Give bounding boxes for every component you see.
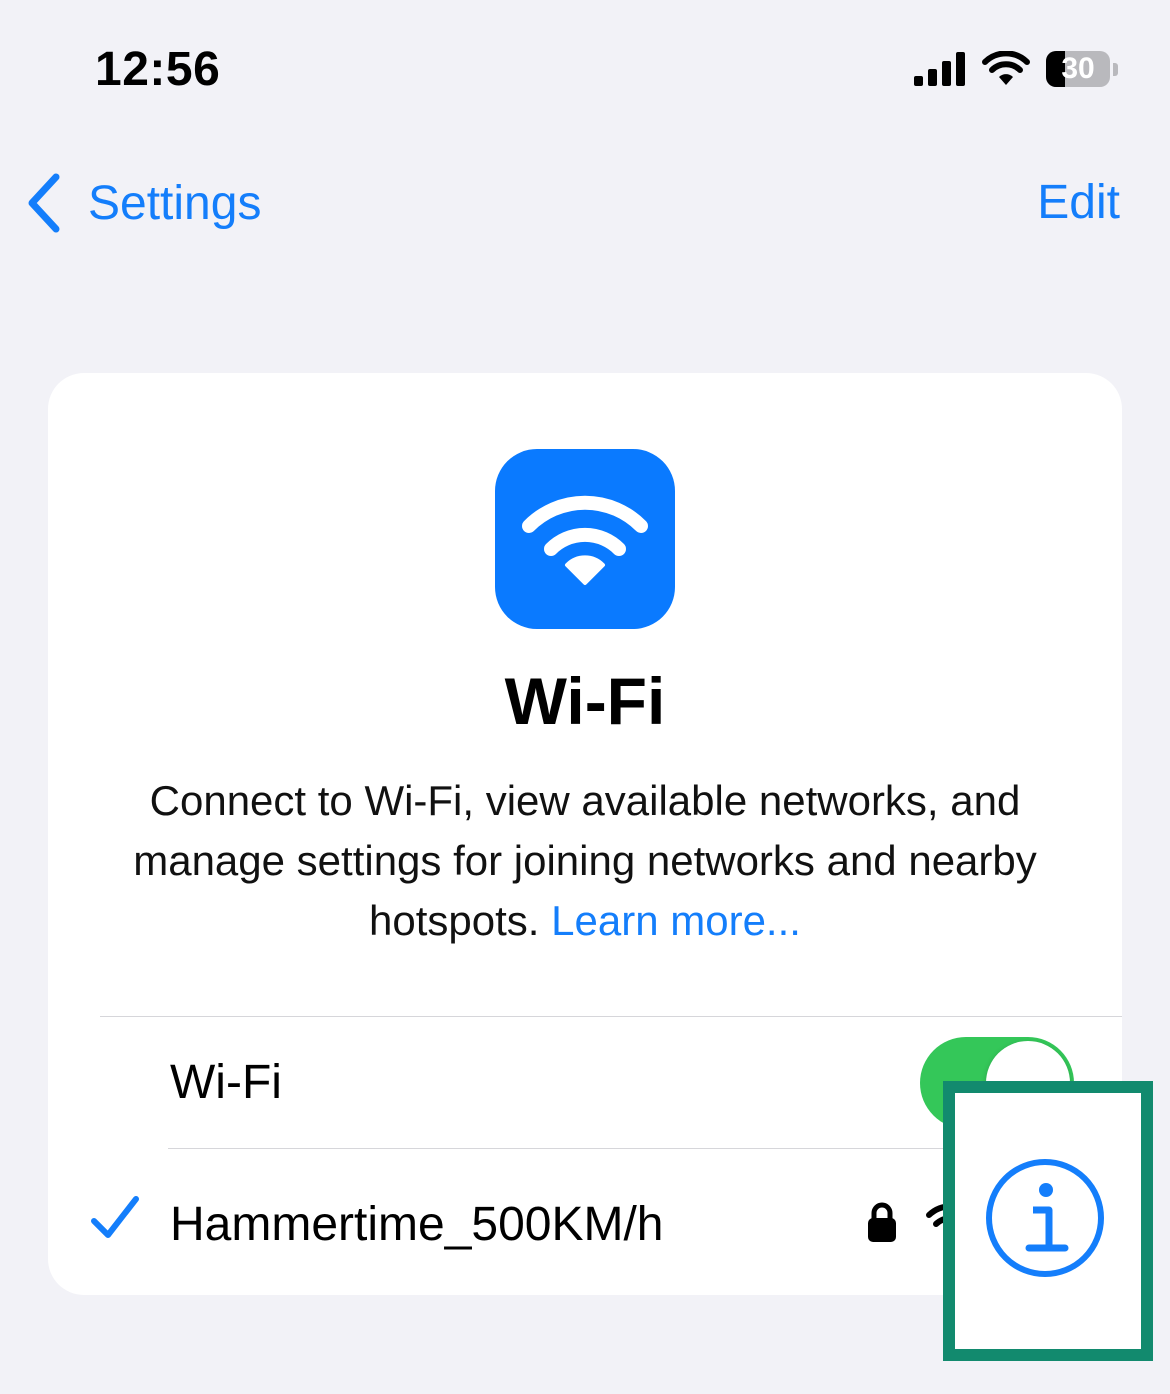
learn-more-link[interactable]: Learn more... <box>551 897 801 944</box>
checkmark-icon <box>91 1196 139 1238</box>
status-time: 12:56 <box>95 43 221 96</box>
wifi-toggle-label: Wi-Fi <box>170 1056 282 1109</box>
battery-level: 30 <box>1061 52 1095 85</box>
wifi-status-icon <box>982 51 1030 85</box>
chevron-left-icon <box>28 173 60 233</box>
info-icon[interactable] <box>983 1156 1107 1280</box>
edit-button[interactable]: Edit <box>1037 175 1120 230</box>
back-button-label: Settings <box>88 176 262 230</box>
page-title: Wi-Fi <box>504 664 666 738</box>
page-description: Connect to Wi-Fi, view available network… <box>88 771 1082 951</box>
wifi-icon <box>522 495 648 585</box>
battery-icon: 30 <box>1046 51 1118 87</box>
wifi-app-icon <box>495 449 675 629</box>
back-button[interactable]: Settings <box>26 172 261 234</box>
cellular-signal-icon <box>914 52 965 86</box>
network-name: Hammertime_500KM/h <box>170 1198 664 1251</box>
status-icons: 30 <box>914 46 1118 92</box>
status-bar: 12:56 30 <box>0 0 1170 130</box>
lock-icon <box>868 1202 896 1242</box>
